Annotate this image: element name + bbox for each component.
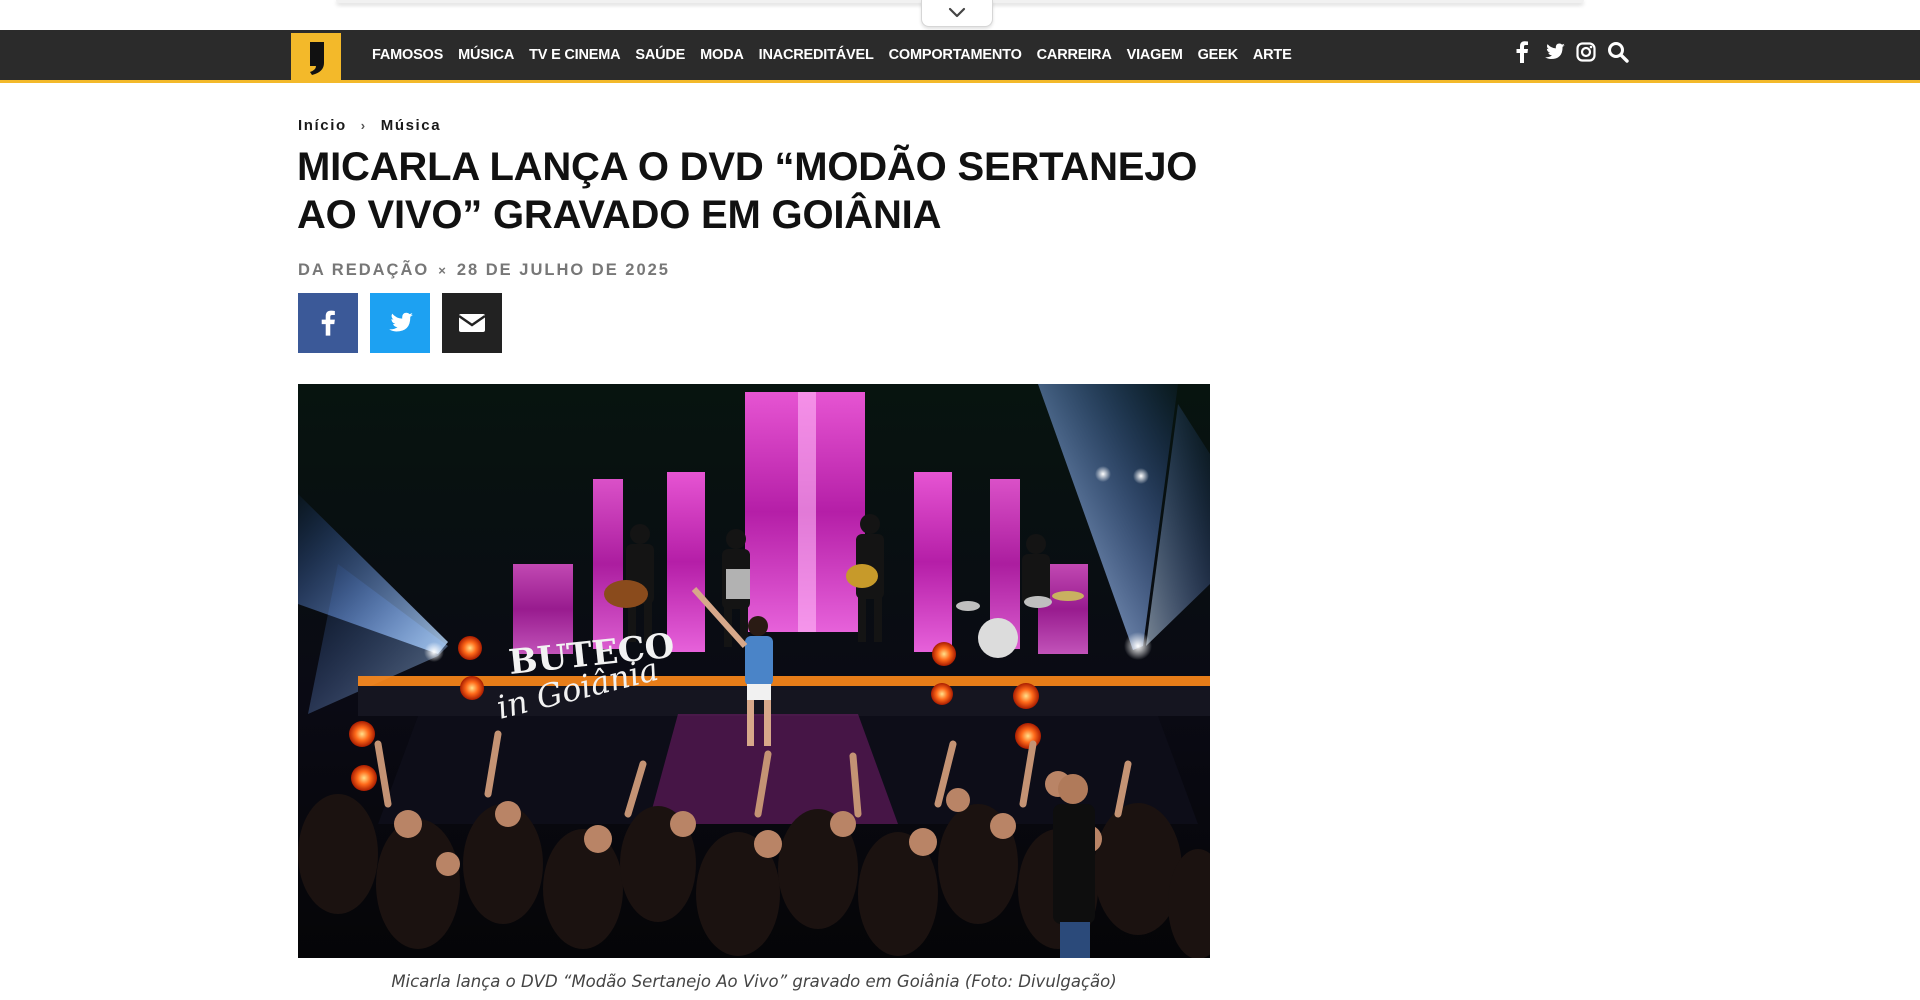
instagram-icon[interactable]: [1574, 40, 1598, 64]
nav-menu: FAMOSOS MÚSICA TV E CINEMA SAÚDE MODA IN…: [372, 30, 1307, 80]
nav-item-famosos[interactable]: FAMOSOS: [372, 47, 443, 63]
main-navbar: FAMOSOS MÚSICA TV E CINEMA SAÚDE MODA IN…: [0, 30, 1920, 83]
nav-item-viagem[interactable]: VIAGEM: [1127, 47, 1183, 63]
nav-item-saude[interactable]: SAÚDE: [635, 47, 685, 63]
nav-item-moda[interactable]: MODA: [700, 47, 744, 63]
nav-item-inacreditavel[interactable]: INACREDITÁVEL: [759, 47, 874, 63]
dropdown-toggle-button[interactable]: [921, 0, 993, 27]
share-twitter-button[interactable]: [370, 293, 430, 353]
article-meta: DA REDAÇÃO × 28 DE JULHO DE 2025: [298, 261, 670, 280]
site-logo[interactable]: [291, 33, 341, 83]
nav-item-geek[interactable]: GEEK: [1198, 47, 1238, 63]
nav-item-arte[interactable]: ARTE: [1253, 47, 1292, 63]
share-buttons: [298, 293, 502, 353]
meta-separator: ×: [438, 263, 448, 278]
article-author[interactable]: DA REDAÇÃO: [298, 261, 429, 280]
article-title: MICARLA LANÇA O DVD “MODÃO SERTANEJO AO …: [297, 145, 1198, 237]
breadcrumb-category-link[interactable]: Música: [381, 117, 441, 134]
nav-item-musica[interactable]: MÚSICA: [458, 47, 514, 63]
nav-item-comportamento[interactable]: COMPORTAMENTO: [889, 47, 1022, 63]
envelope-icon: [458, 314, 486, 332]
twitter-icon[interactable]: [1542, 40, 1566, 64]
share-email-button[interactable]: [442, 293, 502, 353]
facebook-icon[interactable]: [1510, 40, 1534, 64]
image-caption: Micarla lança o DVD “Modão Sertanejo Ao …: [391, 972, 1117, 991]
facebook-icon: [321, 310, 335, 336]
twitter-icon: [389, 312, 413, 332]
share-facebook-button[interactable]: [298, 293, 358, 353]
nav-item-carreira[interactable]: CARREIRA: [1037, 47, 1112, 63]
top-strip: [0, 0, 1920, 30]
nav-social-icons: [1510, 37, 1630, 67]
concert-stage-photo: BUTECO in Goiânia: [298, 384, 1210, 958]
breadcrumb-home-link[interactable]: Início: [298, 117, 347, 134]
breadcrumb: Início › Música: [298, 117, 441, 134]
logo-mark-icon: [310, 42, 324, 75]
nav-item-tv-e-cinema[interactable]: TV E CINEMA: [529, 47, 620, 63]
article-date: 28 DE JULHO DE 2025: [456, 261, 670, 279]
search-icon[interactable]: [1606, 40, 1630, 64]
chevron-down-icon: [948, 4, 966, 23]
chevron-right-icon: ›: [360, 118, 367, 133]
article-hero-image: BUTECO in Goiânia: [298, 384, 1210, 958]
